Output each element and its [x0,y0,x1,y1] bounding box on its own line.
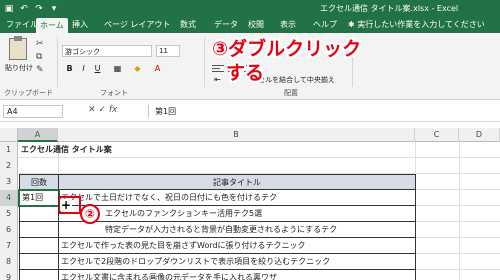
window-title: エクセル通信 タイトル案.xlsx - Excel [320,4,459,13]
table-row: 2 [0,158,500,174]
table-row: 3 回数 記事タイトル [0,174,500,190]
cut-icon[interactable]: ✂ [36,39,48,49]
redo-icon[interactable]: ↷ [34,4,44,14]
undo-icon[interactable]: ↶ [19,4,29,14]
count-cell[interactable] [19,270,59,280]
font-name-select[interactable]: 游ゴシック [62,45,152,57]
tell-me-text: 実行したい作業を入力してください [357,20,485,29]
annotation-step2-badge: ② [80,204,100,224]
tell-me-search[interactable]: ✱ 実行したい作業を入力してください [348,19,485,30]
title-bar: ▣ ↶ ↷ ▾ エクセル通信 タイトル案.xlsx - Excel [0,0,500,17]
row-header[interactable]: 5 [0,206,18,222]
tab-view[interactable]: 表示 [280,19,296,30]
title-cell[interactable]: エクセルで2段階のドロップダウンリストで表示項目を絞り込むテクニック [58,254,416,270]
annotation-step3-line1: ③ダブルクリック [212,38,362,60]
indent-icon[interactable]: ⇤ [212,74,223,85]
column-header-b[interactable]: B [58,128,415,142]
quick-access-toolbar: ▣ ↶ ↷ ▾ [0,0,59,17]
row-header[interactable]: 9 [0,270,18,280]
paste-icon[interactable] [9,36,27,60]
clipboard-group-label: クリップボード [4,89,53,97]
row-header[interactable]: 6 [0,222,18,238]
bold-button[interactable]: B [64,63,75,74]
title-cell[interactable]: 特定データが入力されると背景が自動変更されるようにするテク [58,222,416,238]
lightbulb-icon: ✱ [348,20,358,29]
row-header[interactable]: 7 [0,238,18,254]
ribbon-separator [204,37,205,87]
paste-button-label[interactable]: 貼り付け [5,63,33,73]
cancel-icon[interactable]: ✕ [88,105,96,115]
title-cell[interactable]: エクセル文書に含まれる画像の元データを手に入れる裏ワザ [58,270,416,280]
fill-handle-cursor-icon[interactable]: + [60,199,72,211]
header-cell-title[interactable]: 記事タイトル [58,174,416,190]
table-row: 7 エクセルで作った表の見た目を崩さずWordに張り付けるテクニック [0,238,500,254]
font-color-icon[interactable]: A [152,63,163,74]
row-header[interactable]: 4 [0,190,18,206]
active-cell-a4[interactable]: 第1回 [18,189,60,207]
count-cell[interactable] [19,254,59,270]
enter-icon[interactable]: ✓ [98,105,108,115]
align-left-icon[interactable] [212,63,224,73]
tab-review[interactable]: 校閲 [248,19,264,30]
title-cell[interactable]: エクセルで作った表の見た目を崩さずWordに張り付けるテクニック [58,238,416,254]
table-row: 8 エクセルで2段階のドロップダウンリストで表示項目を絞り込むテクニック [0,254,500,270]
annotation-step3-line2: する [226,62,265,84]
select-all-corner[interactable] [0,128,18,142]
save-icon[interactable]: ▣ [4,4,14,14]
tab-help[interactable]: ヘルプ [313,19,337,30]
function-icon[interactable]: fx [109,105,118,115]
formula-input[interactable]: 第1回 [148,105,498,118]
column-header-d[interactable]: D [459,128,500,142]
ribbon-tabs: ファイル ホーム 挿入 ページ レイアウト 数式 データ 校閲 表示 ヘルプ ✱… [0,17,500,33]
row-header[interactable]: 1 [0,142,18,158]
formula-bar: A4 ✕ ✓ fx 第1回 [0,101,500,122]
font-group-label: フォント [100,89,128,97]
row-header[interactable]: 2 [0,158,18,174]
copy-icon[interactable]: ⧉ [36,52,48,62]
underline-button[interactable]: U [92,63,103,74]
title-cell[interactable]: エクセルで土日だけでなく、祝日の日付にも色を付けるテク [58,190,416,206]
name-box[interactable]: A4 [3,105,63,118]
tab-data[interactable]: データ [214,19,238,30]
table-row: 1 エクセル通信 タイトル案 [0,142,500,158]
column-header-c[interactable]: C [415,128,459,142]
column-header-a[interactable]: A [18,128,58,142]
tab-home[interactable]: ホーム [36,18,68,33]
format-painter-icon[interactable]: ✎ [36,65,48,75]
customize-icon[interactable]: ▾ [49,4,59,14]
count-cell[interactable] [19,206,59,222]
count-cell[interactable] [19,238,59,254]
alignment-group-label: 配置 [284,89,298,97]
ribbon-separator [57,37,58,87]
formula-bar-buttons: ✕ ✓ fx [88,105,117,115]
row-header[interactable]: 8 [0,254,18,270]
column-headers: A B C D [0,128,500,142]
table-row: 6 特定データが入力されると背景が自動変更されるようにするテク [0,222,500,238]
count-cell[interactable] [19,222,59,238]
sheet-title-cell[interactable]: エクセル通信 タイトル案 [19,142,319,158]
tab-page-layout[interactable]: ページ レイアウト [104,19,170,30]
italic-button[interactable]: I [78,63,89,74]
tab-formulas[interactable]: 数式 [180,19,196,30]
header-cell-count[interactable]: 回数 [19,174,59,190]
font-size-select[interactable]: 11 [156,45,180,57]
table-row: 9 エクセル文書に含まれる画像の元データを手に入れる裏ワザ [0,270,500,280]
tab-insert[interactable]: 挿入 [72,19,88,30]
merge-label: セルを結合して中央揃え [258,76,335,84]
row-header[interactable]: 3 [0,174,18,190]
title-cell[interactable]: エクセルのファンクションキー活用テク5選 [58,206,416,222]
border-icon[interactable]: ▦ [112,63,123,74]
fill-color-icon[interactable]: ◆ [132,63,143,74]
tab-file[interactable]: ファイル [6,19,38,30]
